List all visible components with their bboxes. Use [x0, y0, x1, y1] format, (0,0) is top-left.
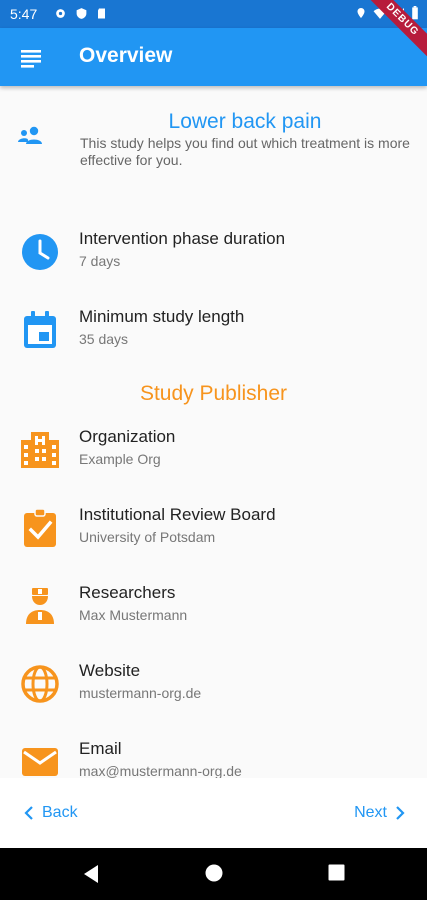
minimum-study-length-row: Minimum study length 35 days — [0, 304, 427, 364]
back-triangle-icon[interactable] — [82, 864, 100, 884]
menu-icon[interactable] — [19, 47, 43, 69]
email-row[interactable]: Email max@mustermann-org.de — [0, 736, 427, 778]
mail-icon — [22, 748, 58, 776]
row-title: Minimum study length — [79, 307, 245, 326]
chevron-left-icon — [24, 806, 33, 820]
researcher-icon — [26, 588, 54, 624]
chevron-right-icon — [396, 806, 405, 820]
intervention-duration-row: Intervention phase duration 7 days — [0, 226, 427, 286]
settings-icon — [56, 9, 65, 18]
status-time: 5:47 — [10, 6, 38, 22]
institutional-review-board-row: Institutional Review Board University of… — [0, 502, 427, 562]
sd-card-icon — [98, 8, 105, 19]
researchers-row: Researchers Max Mustermann — [0, 580, 427, 640]
email-link[interactable]: max@mustermann-org.de — [79, 763, 242, 778]
website-row[interactable]: Website mustermann-org.de — [0, 658, 427, 718]
globe-icon — [21, 665, 59, 703]
group-add-icon — [18, 126, 42, 144]
app-bar: Overview — [0, 28, 427, 86]
home-circle-icon[interactable] — [205, 864, 223, 882]
row-title: Institutional Review Board — [79, 505, 276, 524]
building-icon — [21, 432, 59, 468]
row-title: Researchers — [79, 583, 176, 602]
study-header: Lower back pain This study helps you fin… — [0, 86, 427, 196]
row-value: Max Mustermann — [79, 607, 188, 623]
study-publisher-heading: Study Publisher — [139, 382, 288, 405]
clipboard-check-icon — [24, 508, 56, 547]
clock-icon — [22, 234, 58, 270]
bottom-navigation: Back Next — [0, 778, 427, 848]
study-description: This study helps you find out which trea… — [80, 135, 410, 168]
recents-square-icon[interactable] — [328, 864, 345, 881]
website-link[interactable]: mustermann-org.de — [79, 685, 201, 701]
overview-content[interactable]: Lower back pain This study helps you fin… — [0, 86, 427, 778]
organization-row: Organization Example Org — [0, 424, 427, 484]
back-label: Back — [42, 804, 78, 821]
shield-icon — [76, 8, 87, 19]
row-title: Intervention phase duration — [79, 229, 286, 248]
row-title: Email — [79, 739, 122, 758]
next-label: Next — [354, 804, 387, 821]
back-button[interactable]: Back — [24, 804, 78, 822]
location-icon — [357, 8, 365, 18]
row-value: Example Org — [79, 451, 161, 467]
row-value: University of Potsdam — [79, 529, 216, 545]
row-title: Website — [79, 661, 141, 680]
row-value: 7 days — [79, 253, 121, 269]
calendar-icon — [24, 311, 56, 348]
next-button[interactable]: Next — [354, 804, 405, 822]
status-notification-icons — [54, 7, 108, 20]
status-bar: 5:47 — [0, 0, 427, 28]
study-title: Lower back pain — [168, 110, 322, 133]
system-navigation-bar — [0, 848, 427, 900]
page-title: Overview — [79, 44, 173, 67]
row-title: Organization — [79, 427, 176, 446]
row-value: 35 days — [79, 331, 129, 347]
